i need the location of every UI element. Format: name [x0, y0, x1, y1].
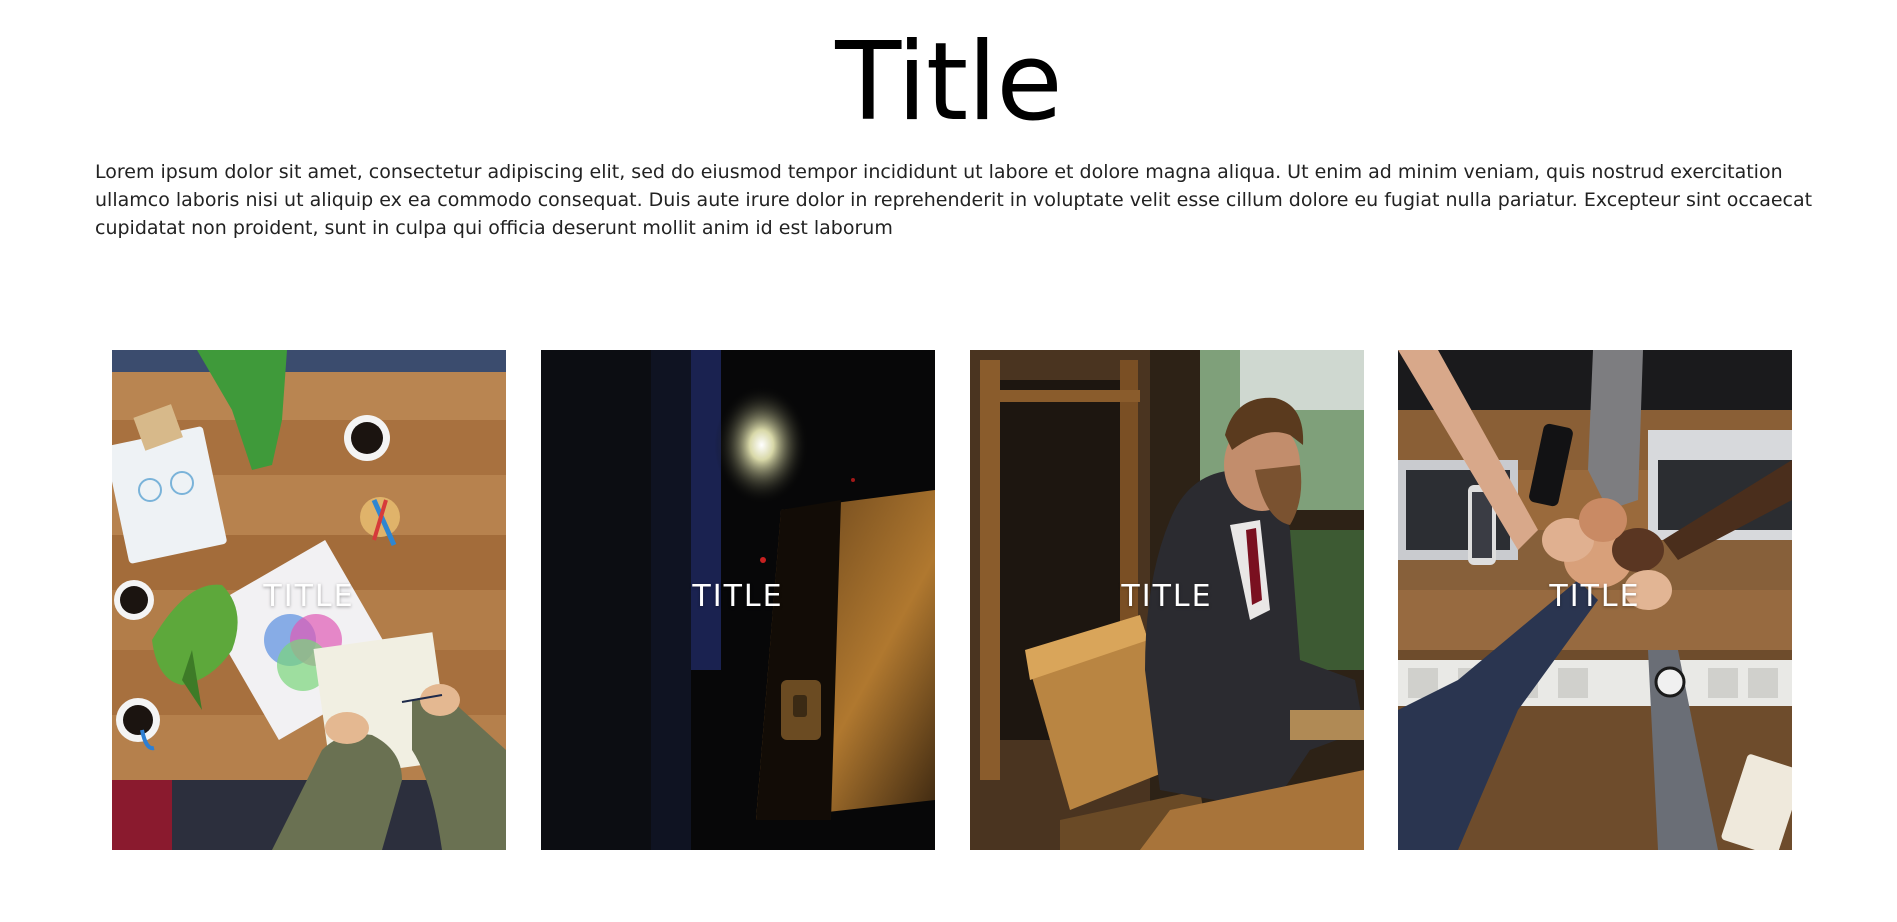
card-title: TITLE: [1121, 579, 1213, 614]
card-title: TITLE: [692, 579, 784, 614]
card-dark-interior[interactable]: TITLE: [541, 350, 935, 850]
card-grid: TITLE TITLE TITLE TITLE: [112, 350, 1792, 850]
card-title: TITLE: [1549, 579, 1641, 614]
card-businessman[interactable]: TITLE: [970, 350, 1364, 850]
intro-paragraph: Lorem ipsum dolor sit amet, consectetur …: [95, 161, 1813, 239]
card-team-meeting[interactable]: TITLE: [112, 350, 506, 850]
page-title: Title: [835, 20, 1062, 145]
card-title: TITLE: [263, 579, 355, 614]
card-team-fist-bump[interactable]: TITLE: [1398, 350, 1792, 850]
